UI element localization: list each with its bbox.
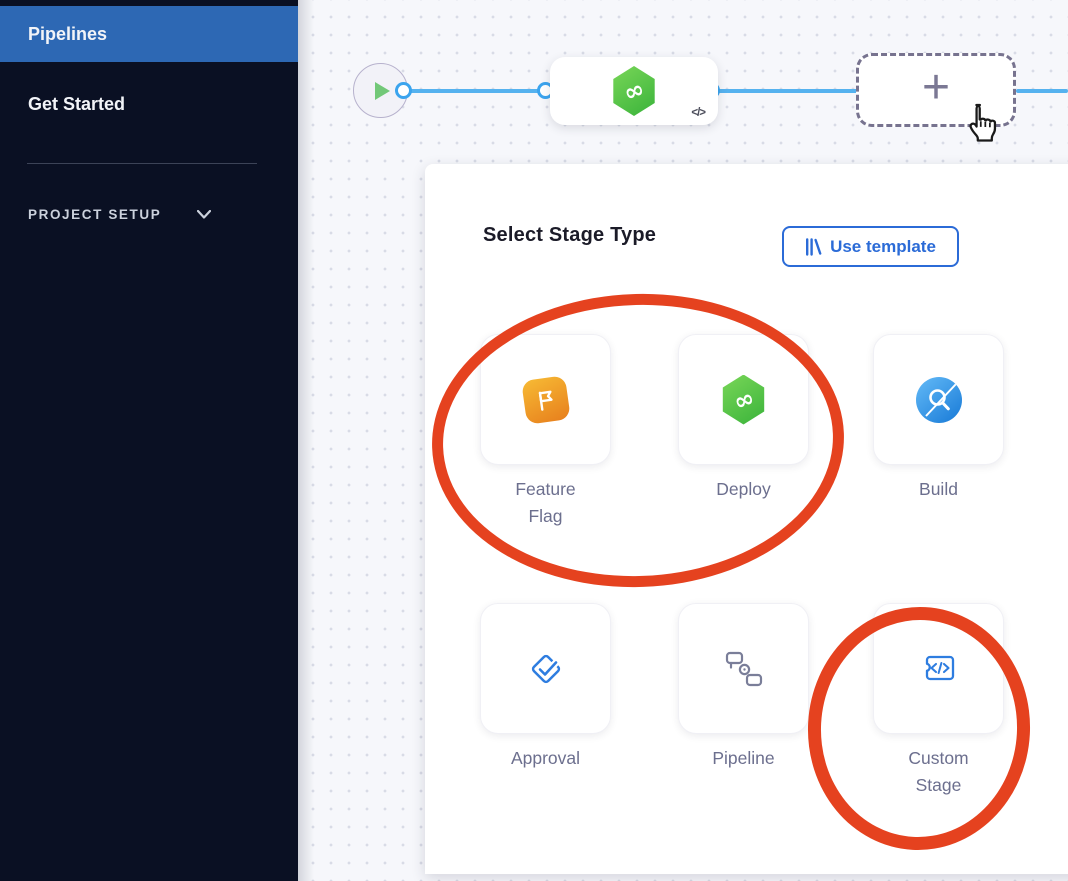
- deploy-icon: ∞: [721, 375, 767, 425]
- feature-flag-icon: [521, 375, 571, 425]
- plus-icon: +: [922, 68, 950, 108]
- deploy-stage-node[interactable]: ∞ </>: [550, 57, 718, 125]
- code-view-icon[interactable]: </>: [691, 107, 705, 119]
- sidebar-shadow: [298, 0, 314, 881]
- section-label: PROJECT SETUP: [28, 207, 161, 222]
- select-stage-panel: Select Stage Type Use template ∞: [425, 164, 1068, 874]
- deploy-stage-icon: ∞: [611, 66, 657, 116]
- stage-label-deploy: Deploy: [678, 476, 809, 503]
- stage-card-deploy[interactable]: ∞: [678, 334, 809, 465]
- sidebar-item-label: Get Started: [28, 94, 125, 115]
- pipeline-studio-screen: ∞ </> + Pipelines Get Started PROJECT SE…: [0, 0, 1068, 881]
- stage-card-approval[interactable]: [480, 603, 611, 734]
- use-template-label: Use template: [830, 237, 936, 257]
- infinity-glyph: ∞: [620, 74, 648, 107]
- stage-label-feature-flag: Feature Flag: [480, 476, 611, 530]
- stage-card-custom-stage[interactable]: [873, 603, 1004, 734]
- stage-card-build[interactable]: [873, 334, 1004, 465]
- connector-line-1: [408, 89, 553, 93]
- play-icon: [375, 82, 390, 100]
- chevron-down-icon: [197, 210, 211, 219]
- use-template-button[interactable]: Use template: [782, 226, 959, 267]
- infinity-glyph: ∞: [729, 383, 757, 416]
- stage-card-pipeline[interactable]: [678, 603, 809, 734]
- pipeline-icon: [723, 648, 765, 690]
- approval-icon: [523, 646, 569, 692]
- custom-stage-icon: [918, 648, 960, 690]
- stage-label-custom-stage: Custom Stage: [873, 745, 1004, 799]
- panel-title: Select Stage Type: [483, 224, 656, 247]
- template-library-icon: [805, 238, 822, 256]
- cursor-pointer-icon: [961, 101, 1003, 150]
- connector-line-2: [716, 89, 858, 93]
- stage-label-approval: Approval: [480, 745, 611, 772]
- stage-label-build: Build: [873, 476, 1004, 503]
- sidebar-divider: [27, 163, 257, 164]
- sidebar-item-pipelines[interactable]: Pipelines: [0, 6, 298, 62]
- connector-line-3: [1016, 89, 1068, 93]
- build-icon: [916, 377, 962, 423]
- sidebar: Pipelines Get Started PROJECT SETUP: [0, 0, 298, 881]
- sidebar-item-label: Pipelines: [28, 24, 107, 45]
- stage-card-feature-flag[interactable]: [480, 334, 611, 465]
- sidebar-item-get-started[interactable]: Get Started: [0, 76, 298, 132]
- port-node-1: [395, 82, 412, 99]
- stage-label-pipeline: Pipeline: [678, 745, 809, 772]
- sidebar-section-project-setup[interactable]: PROJECT SETUP: [28, 202, 268, 226]
